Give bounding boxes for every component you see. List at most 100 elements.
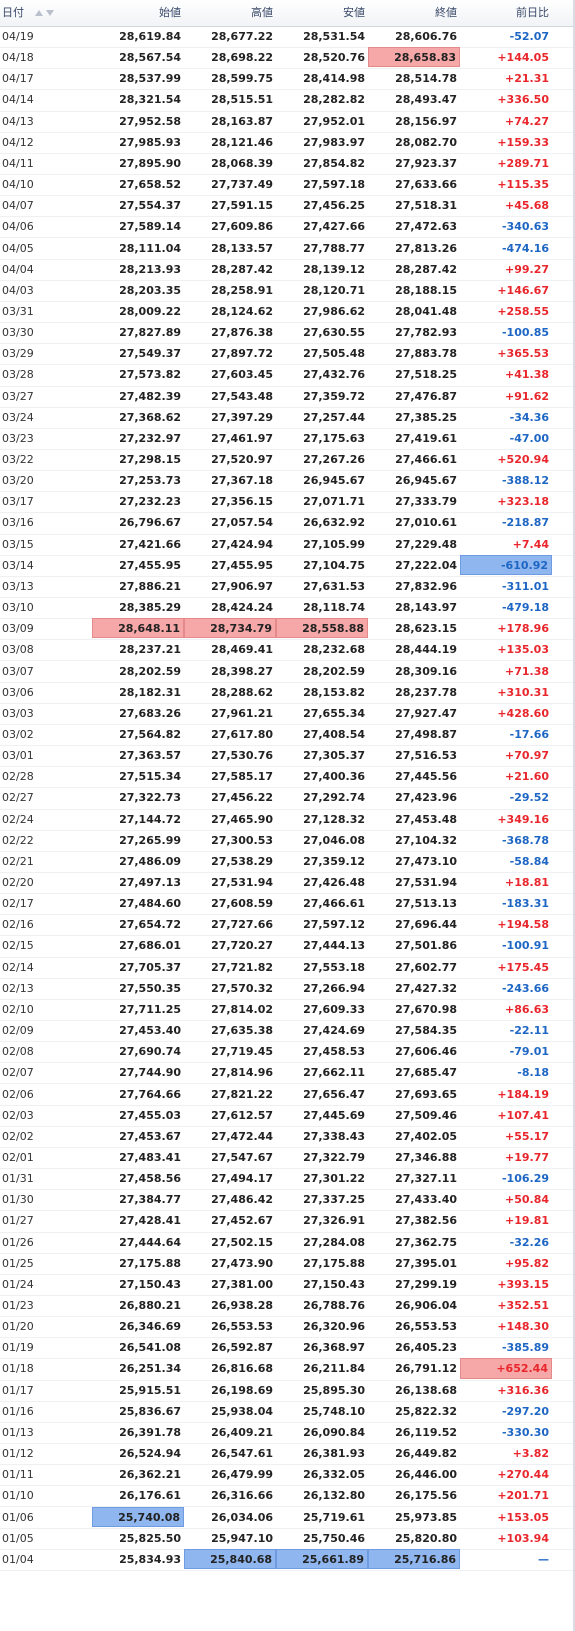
table-row[interactable]: 03/30 27,827.89 27,876.38 27,630.55 27,782.9… [0,322,575,345]
table-row[interactable]: 03/31 28,009.22 28,124.62 27,986.62 28,041.4… [0,301,575,324]
table-row[interactable]: 02/28 27,515.34 27,585.17 27,400.36 27,445.5… [0,766,575,789]
table-row[interactable]: 01/17 25,915.51 26,198.69 25,895.30 26,138.6… [0,1380,575,1402]
cell-date: 01/20 [2,1320,34,1334]
table-row[interactable]: 01/16 25,836.67 25,938.04 25,748.10 25,822.3… [0,1401,575,1423]
table-row[interactable]: 04/11 27,895.90 28,068.39 27,854.82 27,923.3… [0,153,575,176]
table-row[interactable]: 01/11 26,362.21 26,479.99 26,332.05 26,446.0… [0,1464,575,1487]
table-row[interactable]: 03/13 27,886.21 27,906.97 27,631.53 27,832.9… [0,576,575,599]
table-row[interactable]: 03/14 27,455.95 27,455.95 27,104.75 27,222.0… [0,554,575,577]
sort-icons[interactable] [32,0,54,26]
table-row[interactable]: 01/27 27,428.41 27,452.67 27,326.91 27,382.5… [0,1210,575,1233]
table-row[interactable]: 03/02 27,564.82 27,617.80 27,408.54 27,498.8… [0,724,575,747]
table-row[interactable]: 02/14 27,705.37 27,721.82 27,553.18 27,602.7… [0,957,575,979]
table-row[interactable]: 02/22 27,265.99 27,300.53 27,046.08 27,104.3… [0,830,575,852]
table-row[interactable]: 02/03 27,455.03 27,612.57 27,445.69 27,509.4… [0,1105,575,1127]
table-row[interactable]: 02/27 27,322.73 27,456.22 27,292.74 27,423.9… [0,787,575,810]
table-row[interactable]: 04/07 27,554.37 27,591.15 27,456.25 27,518.3… [0,195,575,218]
table-row[interactable]: 02/01 27,483.41 27,547.67 27,322.79 27,346.8… [0,1147,575,1170]
cell-high: 28,163.87 [211,114,273,128]
table-row[interactable]: 03/16 26,796.67 27,057.54 26,632.92 27,010.6… [0,512,575,535]
table-row[interactable]: 04/19 28,619.84 28,677.22 28,531.54 28,606.7… [0,26,575,49]
table-row[interactable]: 04/05 28,111.04 28,133.57 27,788.77 27,813.2… [0,238,575,260]
table-row[interactable]: 03/20 27,253.73 27,367.18 26,945.67 26,945.6… [0,470,575,493]
table-row[interactable]: 02/09 27,453.40 27,635.38 27,424.69 27,584.3… [0,1020,575,1043]
table-row[interactable]: 01/18 26,251.34 26,816.68 26,211.84 26,791.1… [0,1358,575,1381]
cell-change: -297.20 [501,1404,549,1418]
table-row[interactable]: 02/02 27,453.67 27,472.44 27,338.43 27,402.0… [0,1126,575,1148]
table-row[interactable]: 01/31 27,458.56 27,494.17 27,301.22 27,327.1… [0,1168,575,1191]
table-row[interactable]: 03/07 28,202.59 28,398.27 28,202.59 28,309.1… [0,661,575,683]
table-row[interactable]: 01/06 25,740.08 26,034.06 25,719.61 25,973.8… [0,1506,575,1529]
table-row[interactable]: 03/27 27,482.39 27,543.48 27,359.72 27,476.8… [0,386,575,408]
table-row[interactable]: 01/30 27,384.77 27,486.42 27,337.25 27,433.4… [0,1189,575,1212]
table-row[interactable]: 03/22 27,298.15 27,520.97 27,267.26 27,466.6… [0,449,575,472]
table-row[interactable]: 04/03 28,203.35 28,258.91 28,120.71 28,188.1… [0,280,575,302]
table-row[interactable]: 04/14 28,321.54 28,515.51 28,282.82 28,493.4… [0,89,575,112]
table-row[interactable]: 03/28 27,573.82 27,603.45 27,432.76 27,518.2… [0,364,575,387]
table-row[interactable]: 01/13 26,391.78 26,409.21 26,090.84 26,119.5… [0,1422,575,1445]
cell-open: 27,322.73 [119,791,181,805]
table-row[interactable]: 03/08 28,237.21 28,469.41 28,232.68 28,444.1… [0,639,575,662]
column-header-high[interactable]: 高値 [184,0,273,26]
cell-close: 27,606.46 [395,1045,457,1059]
table-row[interactable]: 02/15 27,686.01 27,720.27 27,444.13 27,501.8… [0,935,575,958]
table-row[interactable]: 03/09 28,648.11 28,734.79 28,558.88 28,623.1… [0,618,575,641]
cell-change: +352.51 [497,1299,549,1312]
column-header-date[interactable]: 日付 [2,0,92,26]
cell-high: 28,515.51 [211,93,273,107]
table-row[interactable]: 02/08 27,690.74 27,719.45 27,458.53 27,606.4… [0,1041,575,1064]
table-row[interactable]: 03/15 27,421.66 27,424.94 27,105.99 27,229.4… [0,534,575,556]
cell-high: 28,287.42 [211,262,273,276]
table-row[interactable]: 01/26 27,444.64 27,502.15 27,284.08 27,362.7… [0,1232,575,1254]
table-row[interactable]: 03/10 28,385.29 28,424.24 28,118.74 28,143.9… [0,597,575,620]
table-row[interactable]: 02/21 27,486.09 27,538.29 27,359.12 27,473.1… [0,851,575,873]
table-row[interactable]: 01/10 26,176.61 26,316.66 26,132.80 26,175.5… [0,1485,575,1508]
sort-descending-icon[interactable] [45,10,54,16]
table-row[interactable]: 01/19 26,541.08 26,592.87 26,368.97 26,405.2… [0,1337,575,1360]
table-row[interactable]: 03/29 27,549.37 27,897.72 27,505.48 27,883.7… [0,343,575,366]
table-row[interactable]: 04/06 27,589.14 27,609.86 27,427.66 27,472.6… [0,216,575,239]
table-row[interactable]: 02/16 27,654.72 27,727.66 27,597.12 27,696.4… [0,914,575,937]
table-row[interactable]: 04/17 28,537.99 28,599.75 28,414.98 28,514.7… [0,68,575,91]
column-header-low[interactable]: 安値 [276,0,365,26]
table-row[interactable]: 01/12 26,524.94 26,547.61 26,381.93 26,449.8… [0,1443,575,1466]
cell-close: 27,419.61 [395,431,457,445]
table-row[interactable]: 03/03 27,683.26 27,961.21 27,655.34 27,927.4… [0,703,575,725]
table-row[interactable]: 03/06 28,182.31 28,288.62 28,153.82 28,237.7… [0,682,575,704]
table-row[interactable]: 01/25 27,175.88 27,473.90 27,175.88 27,395.0… [0,1253,575,1275]
cell-date: 01/30 [2,1193,34,1207]
table-row[interactable]: 03/24 27,368.62 27,397.29 27,257.44 27,385.2… [0,407,575,429]
cell-date: 03/01 [2,749,34,763]
table-row[interactable]: 02/17 27,484.60 27,608.59 27,466.61 27,513.1… [0,893,575,916]
table-row[interactable]: 01/23 26,880.21 26,938.28 26,788.76 26,906.0… [0,1295,575,1318]
column-header-change[interactable]: 前日比 [460,0,549,26]
table-row[interactable]: 02/07 27,744.90 27,814.96 27,662.11 27,685.4… [0,1062,575,1085]
cell-date: 04/18 [2,51,34,65]
column-header-open[interactable]: 始値 [92,0,181,26]
sort-ascending-icon[interactable] [34,10,43,16]
cell-open: 26,796.67 [119,516,181,530]
cell-low: 27,305.37 [303,749,365,763]
table-row[interactable]: 03/23 27,232.97 27,461.97 27,175.63 27,419.6… [0,428,575,450]
table-row[interactable]: 02/13 27,550.35 27,570.32 27,266.94 27,427.3… [0,978,575,1000]
cell-change: +135.03 [497,643,549,657]
table-row[interactable]: 02/06 27,764.66 27,821.22 27,656.47 27,693.6… [0,1084,575,1106]
table-row[interactable]: 01/24 27,150.43 27,381.00 27,150.43 27,299.1… [0,1274,575,1296]
table-row[interactable]: 04/13 27,952.58 28,163.87 27,952.01 28,156.9… [0,111,575,133]
column-header-close[interactable]: 終値 [368,0,457,26]
table-row[interactable]: 03/01 27,363.57 27,530.76 27,305.37 27,516.5… [0,745,575,768]
cell-low: 27,104.75 [303,558,365,572]
table-row[interactable]: 01/20 26,346.69 26,553.53 26,320.96 26,553.5… [0,1316,575,1339]
table-row[interactable]: 04/18 28,567.54 28,698.22 28,520.76 28,658.8… [0,47,575,70]
table-row[interactable]: 02/20 27,497.13 27,531.94 27,426.48 27,531.9… [0,872,575,895]
table-row[interactable]: 01/04 25,834.93 25,840.68 25,661.89 25,716.8… [0,1548,575,1571]
table-row[interactable]: 02/10 27,711.25 27,814.02 27,609.33 27,670.9… [0,999,575,1022]
table-row[interactable]: 01/05 25,825.50 25,947.10 25,750.46 25,820.8… [0,1528,575,1550]
table-row[interactable]: 04/10 27,658.52 27,737.49 27,597.18 27,633.6… [0,174,575,197]
cell-open: 27,455.03 [119,1108,181,1122]
table-row[interactable]: 04/04 28,213.93 28,287.42 28,139.12 28,287.4… [0,259,575,281]
table-row[interactable]: 04/12 27,985.93 28,121.46 27,983.97 28,082.7… [0,132,575,154]
cell-low: 28,558.88 [276,618,368,639]
table-row[interactable]: 03/17 27,232.23 27,356.15 27,071.71 27,333.7… [0,491,575,514]
table-row[interactable]: 02/24 27,144.72 27,465.90 27,128.32 27,453.4… [0,809,575,831]
